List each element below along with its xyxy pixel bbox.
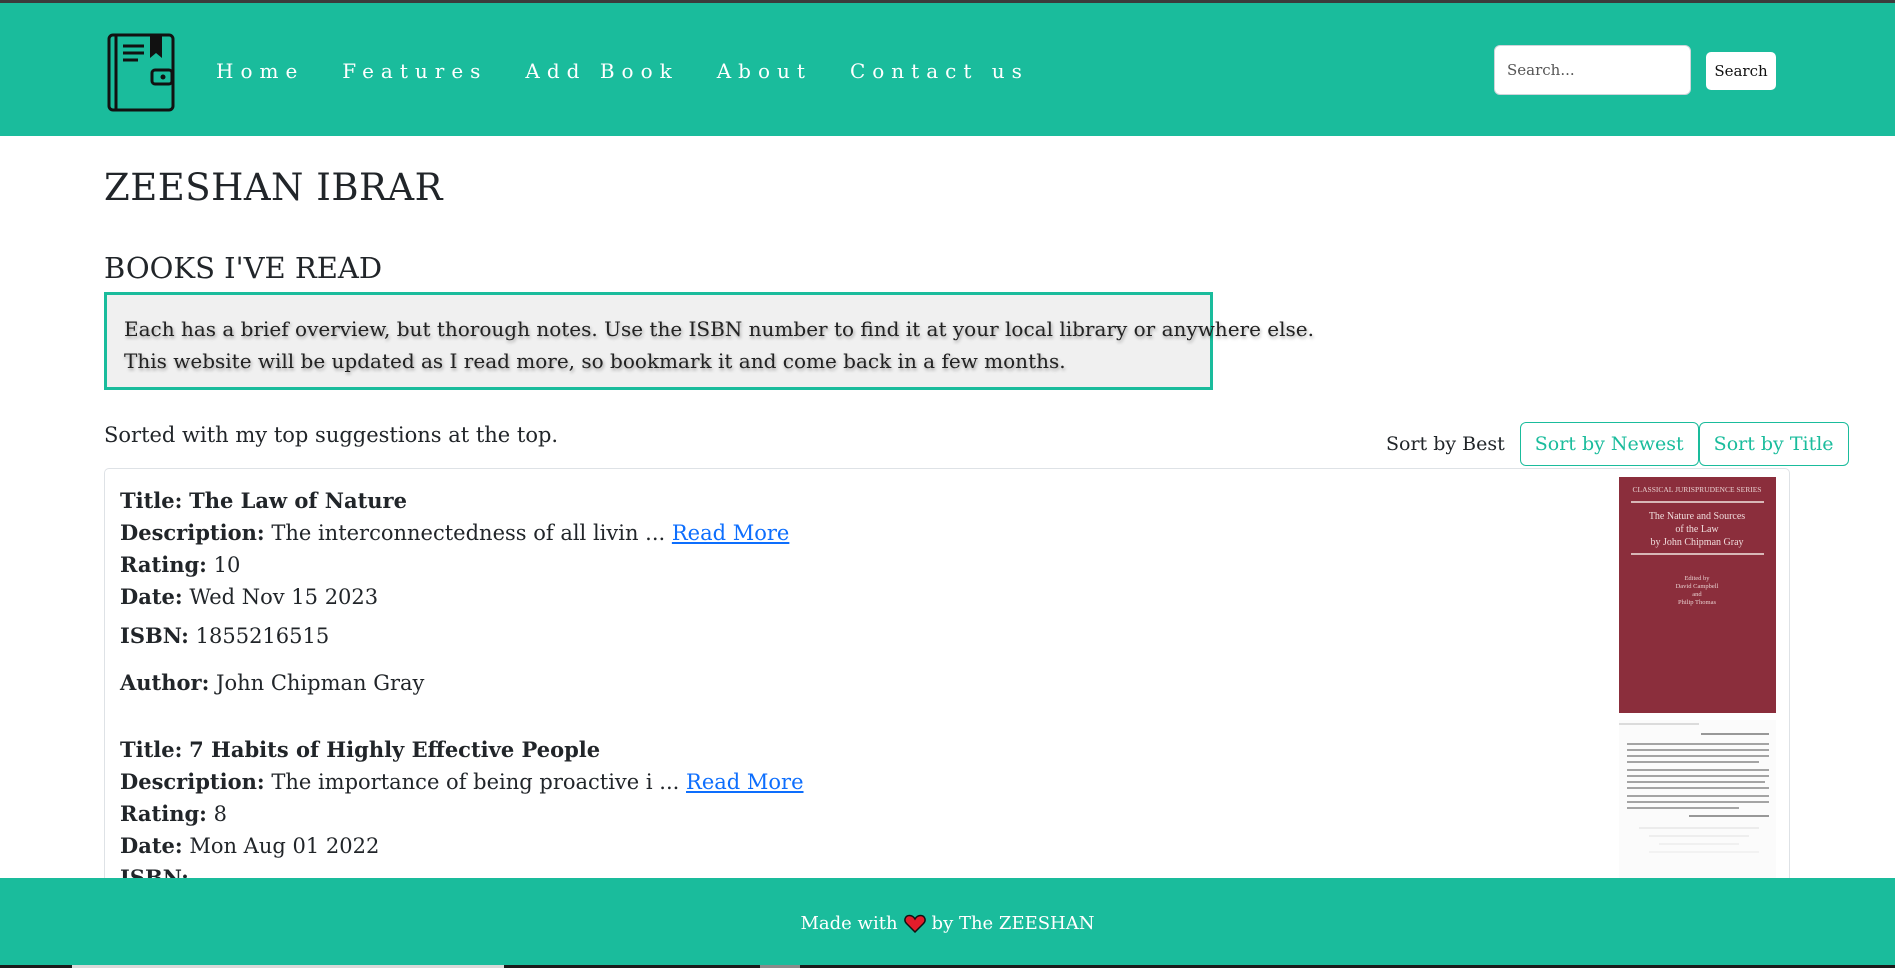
- book-rating: Rating: 8: [120, 801, 227, 826]
- cover-edited-line-3: and: [1692, 591, 1702, 598]
- cover-edited-line-4: Philip Thomas: [1678, 599, 1716, 606]
- footer: Made with by The ZEESHAN: [0, 878, 1895, 968]
- date-label: Date:: [120, 584, 183, 609]
- read-more-link[interactable]: Read More: [672, 521, 790, 545]
- nav-about[interactable]: About: [717, 59, 812, 83]
- cover-title-line-3: by John Chipman Gray: [1650, 537, 1743, 548]
- book-description: Description: The importance of being pro…: [120, 769, 804, 794]
- book-author: Author: John Chipman Gray: [120, 670, 424, 695]
- footer-made-with: Made with: [800, 912, 898, 934]
- cover-edited-line-1: Edited by: [1684, 575, 1710, 582]
- isbn-label: ISBN:: [120, 865, 189, 878]
- book-list: Title: The Law of Nature Description: Th…: [104, 468, 1790, 878]
- book-title: Title: 7 Habits of Highly Effective Peop…: [120, 737, 600, 762]
- book-isbn: ISBN:: [120, 865, 189, 878]
- sort-by-newest-button[interactable]: Sort by Newest: [1519, 422, 1699, 466]
- read-more-link[interactable]: Read More: [686, 770, 804, 794]
- cover-title-line-2: of the Law: [1675, 524, 1719, 535]
- page-title: ZEESHAN IBRAR: [104, 166, 443, 209]
- book-title-value: The Law of Nature: [189, 488, 407, 513]
- nav-add-book[interactable]: Add Book: [525, 59, 678, 83]
- sort-by-title-button[interactable]: Sort by Title: [1698, 422, 1849, 466]
- sorted-note: Sorted with my top suggestions at the to…: [104, 423, 559, 447]
- book-rating-value: 8: [213, 802, 227, 826]
- search-input[interactable]: [1494, 45, 1691, 95]
- book-logo-icon[interactable]: [106, 32, 176, 113]
- book-author-value: John Chipman Gray: [216, 671, 425, 695]
- nav-contact-us[interactable]: Contact us: [850, 59, 1029, 83]
- cover-series: CLASSICAL JURISPRUDENCE SERIES: [1633, 485, 1762, 494]
- sort-controls: Sort by Best Sort by Newest Sort by Titl…: [1386, 422, 1849, 466]
- date-label: Date:: [120, 833, 183, 858]
- intro-line-2: This website will be updated as I read m…: [124, 349, 1066, 373]
- rating-label: Rating:: [120, 552, 207, 577]
- description-label: Description:: [120, 769, 265, 794]
- isbn-label: ISBN:: [120, 623, 189, 648]
- nav-features[interactable]: Features: [342, 59, 487, 83]
- section-title: BOOKS I'VE READ: [104, 251, 383, 285]
- book-title-value: 7 Habits of Highly Effective People: [189, 737, 601, 762]
- navbar: Home Features Add Book About Contact us …: [0, 3, 1895, 136]
- book-cover-image: [1619, 720, 1776, 878]
- heart-icon: [903, 914, 926, 933]
- intro-line-1: Each has a brief overview, but thorough …: [124, 317, 1314, 341]
- description-label: Description:: [120, 520, 265, 545]
- book-description-value: The importance of being proactive i ...: [271, 770, 680, 794]
- book-date-value: Mon Aug 01 2022: [189, 834, 380, 858]
- rating-label: Rating:: [120, 801, 207, 826]
- sort-by-best[interactable]: Sort by Best: [1386, 433, 1505, 455]
- cover-title-line-1: The Nature and Sources: [1649, 511, 1745, 522]
- book-isbn-value: 1855216515: [195, 624, 330, 648]
- book-rating-value: 10: [213, 553, 241, 577]
- title-label: Title:: [120, 737, 183, 762]
- intro-box: Each has a brief overview, but thorough …: [104, 292, 1314, 390]
- cover-edited-line-2: David Campbell: [1676, 583, 1719, 590]
- book-date: Date: Wed Nov 15 2023: [120, 584, 378, 609]
- author-label: Author:: [120, 670, 210, 695]
- nav-home[interactable]: Home: [216, 59, 304, 83]
- book-date: Date: Mon Aug 01 2022: [120, 833, 379, 858]
- book-date-value: Wed Nov 15 2023: [189, 585, 379, 609]
- book-rating: Rating: 10: [120, 552, 240, 577]
- book-cover-image: CLASSICAL JURISPRUDENCE SERIES The Natur…: [1619, 477, 1776, 713]
- book-isbn: ISBN: 1855216515: [120, 623, 329, 648]
- footer-by: by The ZEESHAN: [931, 912, 1095, 934]
- book-description: Description: The interconnectedness of a…: [120, 520, 789, 545]
- main-nav: Home Features Add Book About Contact us: [216, 59, 1067, 83]
- search-button[interactable]: Search: [1706, 52, 1776, 90]
- book-title: Title: The Law of Nature: [120, 488, 407, 513]
- book-description-value: The interconnectedness of all livin ...: [271, 521, 666, 545]
- title-label: Title:: [120, 488, 183, 513]
